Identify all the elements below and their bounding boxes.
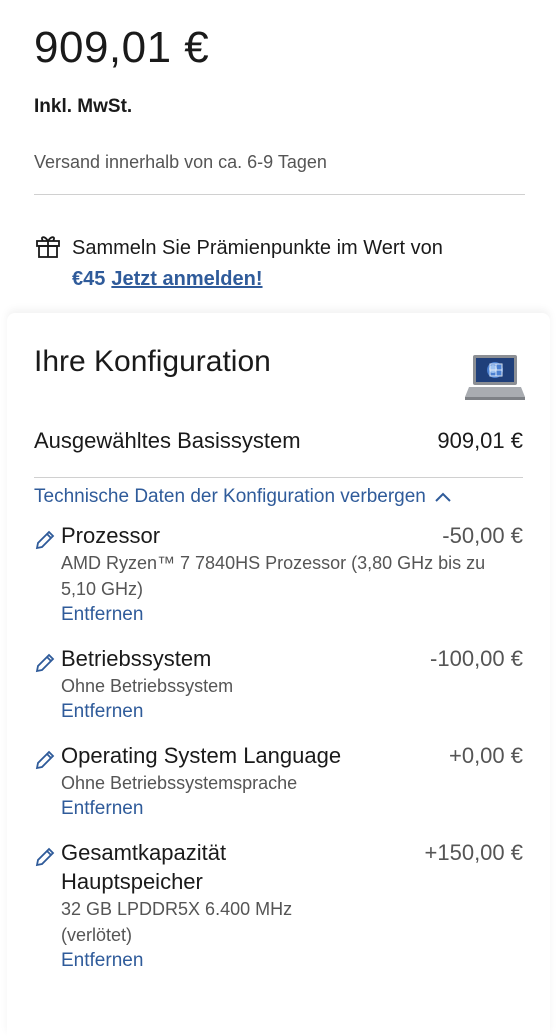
- config-item: Prozessor -50,00 € AMD Ryzen™ 7 7840HS P…: [34, 521, 523, 628]
- config-item-name: Prozessor: [61, 523, 161, 548]
- divider: [34, 194, 525, 195]
- config-item: Gesamtkapazität Hauptspeicher +150,00 € …: [34, 838, 523, 974]
- tax-label: Inkl. MwSt.: [34, 96, 133, 117]
- gift-icon: [36, 236, 60, 258]
- laptop-thumbnail: [465, 355, 525, 400]
- config-item-price: +150,00 €: [424, 840, 523, 865]
- config-item: Betriebssystem -100,00 € Ohne Betriebssy…: [34, 644, 523, 725]
- price-section: 909,01 € Inkl. MwSt. Versand innerhalb v…: [0, 0, 559, 314]
- remove-link[interactable]: Entfernen: [61, 602, 523, 628]
- pencil-icon[interactable]: [34, 529, 56, 551]
- base-system-price: 909,01 €: [437, 428, 523, 453]
- chevron-up-icon: [435, 492, 451, 502]
- config-item-name: Gesamtkapazität Hauptspeicher: [61, 840, 227, 894]
- sign-in-link[interactable]: Jetzt anmelden!: [111, 268, 262, 290]
- config-item-name: Betriebssystem: [61, 646, 212, 671]
- config-item-description: AMD Ryzen™ 7 7840HS Prozessor (3,80 GHz …: [61, 553, 486, 599]
- rewards-amount: €45: [72, 268, 106, 290]
- configuration-panel: Ihre Konfiguration Ausgewähltes Basissys…: [7, 313, 550, 1036]
- config-item-description: Ohne Betriebssystem: [61, 676, 234, 696]
- pencil-icon[interactable]: [34, 652, 56, 674]
- config-item: Operating System Language +0,00 € Ohne B…: [34, 741, 523, 822]
- divider: [34, 477, 523, 478]
- pencil-icon[interactable]: [34, 846, 56, 868]
- product-price: 909,01 €: [34, 23, 210, 72]
- rewards-text: Sammeln Sie Prämienpunkte im Wert von: [72, 237, 443, 259]
- config-item-name: Operating System Language: [61, 743, 342, 768]
- config-item-price: -50,00 €: [442, 523, 523, 548]
- config-item-price: +0,00 €: [448, 743, 523, 768]
- remove-link[interactable]: Entfernen: [61, 948, 523, 974]
- rewards-banner: Sammeln Sie Prämienpunkte im Wert von €4…: [34, 233, 525, 295]
- config-item-price: -100,00 €: [430, 646, 523, 671]
- config-item-description: Ohne Betriebssystemsprache: [61, 773, 298, 793]
- toggle-specs-button[interactable]: Technische Daten der Konfiguration verbe…: [34, 486, 523, 508]
- pencil-icon[interactable]: [34, 749, 56, 771]
- config-item-list: Prozessor -50,00 € AMD Ryzen™ 7 7840HS P…: [34, 521, 523, 974]
- shipping-info: Versand innerhalb von ca. 6-9 Tagen: [34, 152, 327, 172]
- remove-link[interactable]: Entfernen: [61, 796, 523, 822]
- configuration-title: Ihre Konfiguration: [34, 345, 271, 378]
- base-system-label: Ausgewähltes Basissystem: [34, 428, 301, 453]
- toggle-specs-label: Technische Daten der Konfiguration verbe…: [34, 486, 426, 507]
- config-item-description: 32 GB LPDDR5X 6.400 MHz (verlötet): [61, 899, 293, 945]
- remove-link[interactable]: Entfernen: [61, 699, 523, 725]
- base-system-row: Ausgewähltes Basissystem 909,01 €: [34, 428, 523, 454]
